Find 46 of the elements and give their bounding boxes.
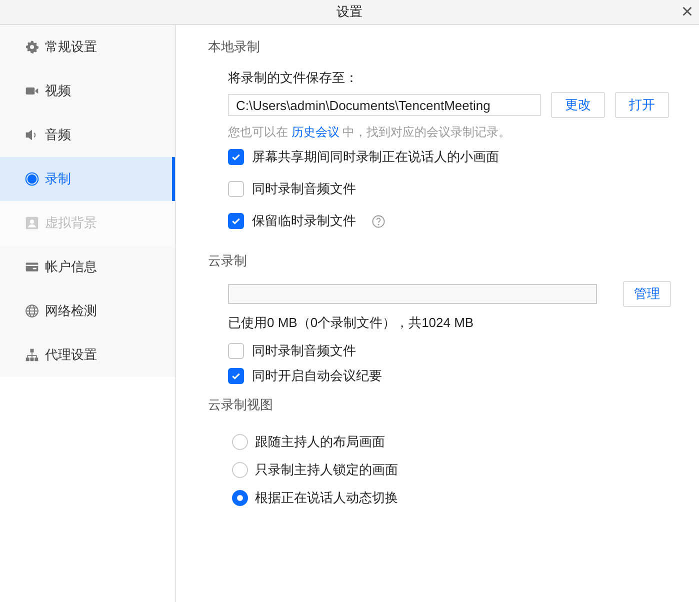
checkbox[interactable]: [228, 368, 244, 384]
sidebar-item[interactable]: 常规设置: [0, 25, 175, 69]
section-title: 云录制: [208, 252, 248, 270]
section-title: 云录制视图: [208, 396, 274, 414]
gear-icon: [25, 40, 39, 54]
card-icon: [25, 260, 39, 274]
checkbox[interactable]: [228, 343, 244, 359]
help-icon[interactable]: [372, 214, 385, 228]
radio-button[interactable]: [232, 462, 248, 478]
field-label: 将录制的文件保存至：: [228, 69, 359, 87]
history-link[interactable]: 历史会议: [291, 125, 340, 139]
usage-text: 已使用0 MB（0个录制文件），共1024 MB: [228, 314, 475, 332]
check-icon: [231, 371, 241, 381]
sidebar-item[interactable]: 录制: [0, 157, 175, 201]
action-button[interactable]: 打开: [615, 92, 669, 118]
close-button[interactable]: ×: [681, 1, 693, 23]
radio-label: 跟随主持人的布局画面: [255, 433, 385, 452]
person-icon: [25, 216, 39, 230]
hint-text: 您也可以在 历史会议 中，找到对应的会议录制记录。: [228, 124, 512, 141]
checkbox-label: 同时录制音频文件: [252, 342, 356, 360]
checkbox-label: 保留临时录制文件: [252, 212, 356, 230]
sidebar-item[interactable]: 帐户信息: [0, 245, 175, 289]
section-title: 本地录制: [208, 38, 261, 56]
check-icon: [231, 216, 241, 226]
window-title: 设置: [336, 3, 362, 22]
sidebar-item[interactable]: 网络检测: [0, 289, 175, 333]
check-icon: [231, 152, 241, 162]
checkbox-label: 同时录制音频文件: [252, 180, 356, 198]
network-icon: [25, 348, 39, 362]
radio-button[interactable]: [232, 434, 248, 450]
checkbox[interactable]: [228, 181, 244, 197]
action-button[interactable]: 更改: [551, 92, 605, 118]
sidebar-item[interactable]: 音频: [0, 113, 175, 157]
checkbox[interactable]: [228, 149, 244, 165]
checkbox-label: 同时开启自动会议纪要: [252, 367, 382, 386]
radio-label: 只录制主持人锁定的画面: [255, 461, 398, 480]
radio-label: 根据正在说话人动态切换: [255, 489, 398, 508]
checkbox[interactable]: [228, 213, 244, 229]
record-icon: [25, 172, 39, 186]
radio-button[interactable]: [232, 490, 248, 506]
manage-button[interactable]: 管理: [623, 281, 671, 307]
path-field[interactable]: C:\Users\admin\Documents\TencentMeeting: [228, 94, 541, 116]
globe-icon: [25, 304, 39, 318]
sidebar-item[interactable]: 代理设置: [0, 333, 175, 377]
sidebar-item[interactable]: 视频: [0, 69, 175, 113]
checkbox-label: 屏幕共享期间同时录制正在说话人的小画面: [252, 148, 499, 166]
